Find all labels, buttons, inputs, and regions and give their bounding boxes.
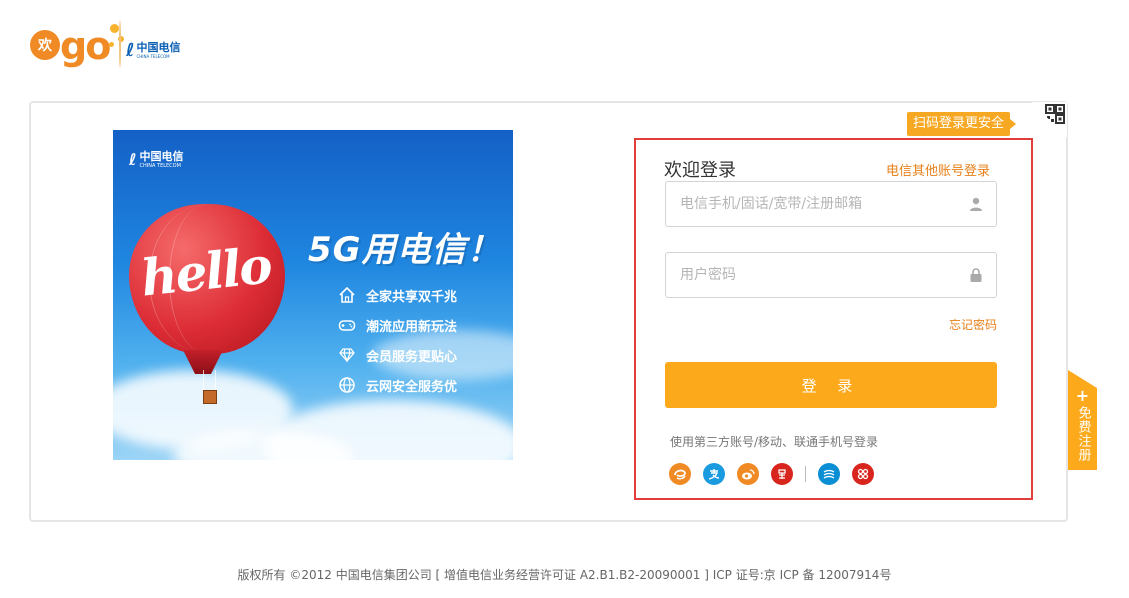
- feature-list: 全家共享双千兆 潮流应用新玩法 会员服务更贴心 云网安全服务优: [338, 280, 457, 400]
- netease-icon[interactable]: [771, 463, 793, 485]
- third-party-login-tip: 使用第三方账号/移动、联通手机号登录: [670, 435, 879, 449]
- banner-logo-cn: 中国电信: [139, 149, 184, 163]
- alipay-icon[interactable]: [703, 463, 725, 485]
- login-button[interactable]: 登 录: [665, 362, 997, 408]
- feature-item: 潮流应用新玩法: [338, 310, 457, 340]
- telecom-name-en: CHINA TELECOM: [136, 54, 170, 59]
- telecom-name-cn: 中国电信: [136, 41, 181, 54]
- logo-badge: 欢: [30, 30, 60, 60]
- feature-label: 会员服务更贴心: [366, 349, 458, 365]
- lock-icon: [968, 267, 984, 283]
- home-icon: [338, 286, 356, 304]
- account-input[interactable]: [680, 182, 960, 226]
- user-icon: [968, 196, 984, 212]
- gamepad-icon: [338, 316, 356, 334]
- hot-air-balloon: hello: [129, 204, 289, 404]
- footer-copyright: 版权所有 ©2012 中国电信集团公司 [ 增值电信业务经营许可证 A2.B1.…: [237, 568, 892, 582]
- logo-wordmark: go: [60, 24, 111, 68]
- diamond-icon: [338, 346, 356, 364]
- feature-label: 全家共享双千兆: [366, 289, 458, 305]
- china-unicom-icon[interactable]: [852, 463, 874, 485]
- china-mobile-icon[interactable]: [818, 463, 840, 485]
- china-telecom-logo: ℓ 中国电信 CHINA TELECOM: [126, 40, 181, 61]
- qr-login-tip[interactable]: 扫码登录更安全: [907, 112, 1017, 136]
- tianyi-icon[interactable]: [669, 463, 691, 485]
- feature-item: 全家共享双千兆: [338, 280, 457, 310]
- password-field[interactable]: [665, 252, 997, 298]
- social-divider: [805, 466, 806, 482]
- logo-divider: [119, 20, 121, 68]
- feature-item: 云网安全服务优: [338, 370, 457, 400]
- banner-logo-en: CHINA TELECOM: [139, 162, 181, 169]
- promo-banner[interactable]: ℓ 中国电信 CHINA TELECOM hello 5G用电信！ 全家共享双千…: [113, 130, 513, 460]
- social-login-list: [669, 463, 886, 485]
- forgot-password-link[interactable]: 忘记密码: [949, 316, 997, 333]
- feature-item: 会员服务更贴心: [338, 340, 457, 370]
- banner-title: 5G用电信！: [308, 230, 502, 270]
- weibo-icon[interactable]: [737, 463, 759, 485]
- account-field[interactable]: [665, 181, 997, 227]
- globe-icon: [338, 376, 356, 394]
- brand-logo[interactable]: 欢 go ℓ 中国电信 CHINA TELECOM: [30, 18, 200, 74]
- register-label: 免费注册: [1075, 406, 1091, 462]
- plus-icon: +: [1075, 386, 1090, 405]
- password-input[interactable]: [680, 253, 960, 297]
- free-register-tab[interactable]: + 免费注册: [1068, 370, 1097, 470]
- telecom-symbol-icon: ℓ: [126, 40, 135, 61]
- feature-label: 云网安全服务优: [366, 379, 458, 395]
- other-account-login-link[interactable]: 电信其他账号登录: [886, 160, 990, 179]
- telecom-symbol-icon: ℓ: [129, 150, 137, 169]
- login-title: 欢迎登录: [664, 160, 736, 181]
- feature-label: 潮流应用新玩法: [366, 319, 458, 335]
- banner-telecom-logo: ℓ 中国电信 CHINA TELECOM: [129, 150, 184, 169]
